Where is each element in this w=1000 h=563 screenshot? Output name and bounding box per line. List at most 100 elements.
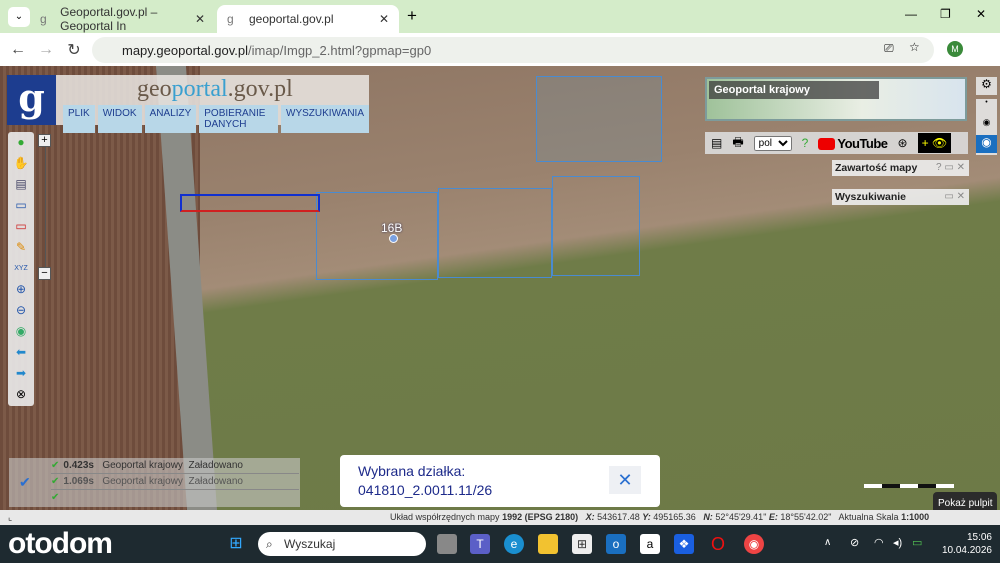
outlook-icon[interactable]: o — [606, 534, 626, 554]
status-row: ✔ — [51, 492, 60, 503]
zoom-in-icon[interactable]: ⊕ — [8, 279, 34, 300]
battery-icon[interactable]: ▭ — [912, 536, 922, 549]
edge-icon[interactable]: e — [504, 534, 524, 554]
taskbar: otodom ⊞ ⌕ Wyszukaj T e ⊞ o a ❖ O ◉ ∧ ⊘ ◠… — [0, 525, 1000, 563]
bookmark-star-icon[interactable]: ☆ — [909, 40, 920, 54]
forward-arrow-icon[interactable]: ➡ — [8, 363, 34, 384]
large-eye-icon[interactable]: ◉ — [976, 135, 997, 153]
pan-hand-icon[interactable]: ✋ — [8, 153, 34, 174]
wifi-icon[interactable]: ◠ — [874, 536, 884, 549]
overview-map[interactable]: Geoportal krajowy — [705, 77, 967, 121]
map-parcel — [552, 176, 640, 276]
pencil-icon[interactable]: ✎ — [8, 237, 34, 258]
zoom-track[interactable] — [44, 147, 46, 267]
menu-pobieranie-danych[interactable]: POBIERANIE DANYCH — [199, 105, 279, 133]
menu-widok[interactable]: WIDOK — [97, 105, 142, 133]
map-parcel — [438, 188, 552, 278]
chrome-icon[interactable]: ◉ — [744, 534, 764, 554]
close-tab-icon[interactable]: ✕ — [195, 12, 205, 26]
scale-bar — [864, 484, 954, 488]
check-icon: ✔ — [19, 474, 31, 490]
zoom-plus-button[interactable]: + — [38, 134, 51, 147]
panel-controls-icon[interactable]: ▭ ✕ — [944, 191, 965, 202]
amazon-icon[interactable]: a — [640, 534, 660, 554]
selected-parcel-popup: Wybrana działka: 041810_2.0011.11/26 ✕ — [340, 455, 660, 507]
legend-icon[interactable]: ▤ — [8, 174, 34, 195]
xyz-coordinates-icon[interactable]: XYZ — [8, 258, 34, 279]
globe-icon[interactable]: ◉ — [8, 321, 34, 342]
map-toolbar: ● ✋ ▤ ▭ ▭ ✎ XYZ ⊕ ⊖ ◉ ⬅ ➡ ⊗ — [8, 132, 34, 406]
new-tab-button[interactable]: + — [407, 6, 417, 26]
close-window-button[interactable]: ✕ — [976, 7, 986, 21]
file-explorer-icon[interactable] — [538, 534, 558, 554]
settings-icon[interactable]: ⚙ — [976, 77, 997, 95]
teams-icon[interactable]: T — [470, 534, 490, 554]
print-icon[interactable]: 🖶 — [732, 133, 743, 154]
forward-button[interactable]: → — [32, 41, 60, 59]
full-extent-icon[interactable]: ⊗ — [8, 384, 34, 405]
map-canvas[interactable]: 16B g geoportal.gov.pl PLIK WIDOK ANALIZ… — [0, 66, 1000, 525]
map-parcel — [316, 192, 438, 280]
search-panel[interactable]: Wyszukiwanie ▭ ✕ — [832, 189, 969, 205]
profile-avatar[interactable]: M — [947, 41, 963, 57]
map-content-panel[interactable]: Zawartość mapy? ▭ ✕ — [832, 160, 969, 176]
menu-wyszukiwania[interactable]: WYSZUKIWANIA — [281, 105, 369, 133]
zoom-minus-button[interactable]: − — [38, 267, 51, 280]
zoom-out-icon[interactable]: ⊖ — [8, 300, 34, 321]
contrast-switch: • ◉ ◉ — [976, 99, 997, 155]
medium-eye-icon[interactable]: ◉ — [976, 117, 997, 135]
taskbar-search[interactable]: ⌕ Wyszukaj — [258, 532, 426, 556]
close-tab-icon[interactable]: ✕ — [379, 12, 389, 26]
tray-chevron-icon[interactable]: ∧ — [824, 537, 831, 548]
clear-selection-icon[interactable]: ▭ — [8, 216, 34, 237]
map-point-label: 16B — [381, 221, 403, 235]
opera-icon[interactable]: O — [708, 534, 728, 554]
list-icon[interactable]: ▤ — [711, 136, 722, 150]
back-button[interactable]: ← — [4, 41, 32, 59]
select-area-icon[interactable]: ▭ — [8, 195, 34, 216]
geoportal-favicon: g — [227, 12, 234, 26]
youtube-button[interactable]: YouTube — [818, 136, 888, 151]
status-row: ✔ 1.069s Geoportal krajowy Załadowano — [51, 474, 299, 490]
film-reel-icon[interactable]: ⊛ — [898, 136, 908, 150]
zoom-slider[interactable]: + − — [38, 134, 52, 282]
coordinates-bar: ⌞ Układ współrzędnych mapy 1992 (EPSG 21… — [0, 510, 1000, 525]
help-icon[interactable]: ? — [802, 136, 809, 150]
status-row: ✔ 0.423s Geoportal krajowy Załadowano — [51, 458, 299, 474]
reload-button[interactable]: ↻ — [60, 40, 88, 60]
small-eye-icon[interactable]: • — [976, 99, 997, 117]
volume-icon[interactable]: ◂) — [893, 536, 902, 549]
clock[interactable]: 15:06 10.04.2026 — [942, 531, 992, 557]
address-bar-row: ← → ↻ mapy.geoportal.gov.pl/imap/Imgp_2.… — [0, 33, 1000, 66]
main-menu: PLIK WIDOK ANALIZY POBIERANIE DANYCH WYS… — [63, 105, 369, 133]
selected-parcel-outline — [180, 194, 320, 212]
resize-icon[interactable]: ⌞ — [8, 510, 12, 525]
language-select[interactable]: pol — [753, 135, 792, 151]
panel-controls-icon[interactable]: ? ▭ ✕ — [936, 162, 965, 173]
menu-plik[interactable]: PLIK — [63, 105, 95, 133]
menu-analizy[interactable]: ANALIZY — [144, 105, 197, 133]
map-point-marker[interactable] — [389, 234, 398, 243]
store-icon[interactable]: ⊞ — [572, 534, 592, 554]
dropbox-icon[interactable]: ❖ — [674, 534, 694, 554]
search-icon: ⌕ — [266, 537, 273, 551]
otodom-watermark: otodom — [8, 527, 113, 560]
tab-list-button[interactable]: ⌄ — [8, 7, 30, 27]
loading-status-panel: ✔ ✔ 0.423s Geoportal krajowy Załadowano ✔… — [9, 458, 300, 507]
task-view-icon[interactable] — [437, 534, 457, 554]
tab-geoportal-info[interactable]: g Geoportal.gov.pl – Geoportal In ✕ — [30, 5, 215, 33]
maximize-button[interactable]: ❐ — [940, 7, 951, 21]
install-icon[interactable]: ⎚ — [884, 41, 894, 56]
tab-bar: ⌄ g Geoportal.gov.pl – Geoportal In ✕ g geo… — [0, 0, 1000, 33]
close-popup-button[interactable]: ✕ — [609, 466, 641, 494]
accessibility-eye-icon[interactable]: + 👁 — [917, 133, 952, 153]
minimize-button[interactable]: — — [905, 7, 917, 21]
url-input[interactable]: mapy.geoportal.gov.pl/imap/Imgp_2.html?g… — [92, 37, 934, 63]
tab-geoportal[interactable]: g geoportal.gov.pl ✕ — [217, 5, 399, 33]
back-arrow-icon[interactable]: ⬅ — [8, 342, 34, 363]
notifications-off-icon[interactable]: ⊘ — [850, 536, 859, 549]
info-icon[interactable]: ● — [8, 132, 34, 153]
geoportal-logo: g — [7, 75, 56, 125]
top-right-toolbar: ▤ 🖶 pol ? YouTube ⊛ + 👁 — [705, 132, 968, 154]
windows-start-icon[interactable]: ⊞ — [226, 534, 246, 554]
